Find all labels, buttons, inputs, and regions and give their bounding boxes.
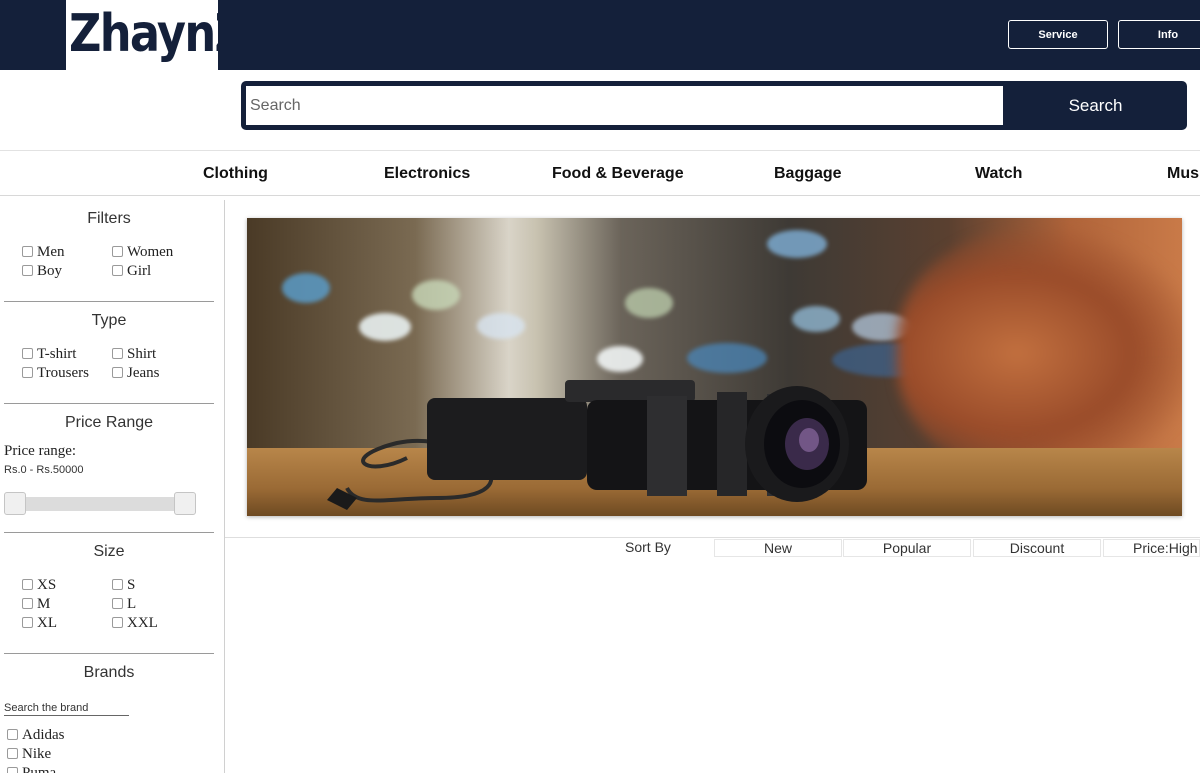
price-range-value: Rs.0 - Rs.50000 [4, 464, 84, 476]
checkbox[interactable] [112, 579, 123, 591]
category-watch[interactable]: Watch [975, 165, 1022, 183]
type-tshirt[interactable]: T-shirt [22, 346, 76, 363]
option-label: Girl [127, 263, 152, 279]
size-xl[interactable]: XL [22, 615, 57, 632]
checkbox[interactable] [7, 767, 18, 773]
checkbox[interactable] [7, 729, 18, 741]
type-heading: Type [91, 312, 127, 329]
sort-popular[interactable]: Popular [843, 539, 971, 557]
checkbox[interactable] [22, 617, 33, 629]
option-label: Shirt [127, 346, 157, 362]
size-s[interactable]: S [112, 577, 135, 594]
divider [4, 532, 214, 533]
checkbox[interactable] [112, 246, 123, 258]
checkbox[interactable] [22, 579, 33, 591]
brand-nike[interactable]: Nike [7, 746, 51, 763]
checkbox[interactable] [112, 265, 123, 277]
type-jeans[interactable]: Jeans [112, 365, 160, 382]
camera-icon [327, 380, 867, 510]
category-food-beverage[interactable]: Food & Beverage [552, 165, 684, 183]
category-clothing[interactable]: Clothing [203, 165, 268, 183]
top-header-bar: ZhaynZ Service Info [0, 0, 1200, 70]
filter-sidebar: Filters Men Women Boy Girl Type T-shirt … [0, 200, 225, 773]
service-button[interactable]: Service [1008, 20, 1108, 49]
category-nav: Clothing Electronics Food & Beverage Bag… [0, 150, 1200, 196]
info-button[interactable]: Info [1118, 20, 1200, 49]
option-label: XS [37, 577, 57, 593]
sort-price-high[interactable]: Price:High [1103, 539, 1200, 557]
price-range-label: Price range: [4, 443, 77, 459]
option-label: S [127, 577, 136, 593]
option-label: L [127, 596, 137, 612]
option-label: XXL [127, 615, 158, 631]
brand-adidas[interactable]: Adidas [7, 727, 65, 744]
size-heading: Size [93, 543, 125, 560]
brand-search-input[interactable]: Search the brand [4, 702, 129, 716]
checkbox[interactable] [22, 348, 33, 360]
checkbox[interactable] [22, 265, 33, 277]
size-xxl[interactable]: XXL [112, 615, 158, 632]
option-label: T-shirt [37, 346, 77, 362]
size-m[interactable]: M [22, 596, 50, 613]
brands-heading: Brands [83, 664, 135, 681]
sort-new[interactable]: New [714, 539, 842, 557]
option-label: Puma [22, 765, 57, 773]
option-label: Adidas [22, 727, 65, 743]
option-label: XL [37, 615, 57, 631]
divider [4, 403, 214, 404]
search-button[interactable]: Search [1004, 81, 1187, 130]
option-label: Men [37, 244, 65, 260]
divider [4, 301, 214, 302]
checkbox[interactable] [112, 367, 123, 379]
filter-boy[interactable]: Boy [22, 263, 62, 280]
option-label: Nike [22, 746, 52, 762]
brand-puma[interactable]: Puma [7, 765, 56, 773]
sort-discount[interactable]: Discount [973, 539, 1101, 557]
price-slider-min-handle[interactable] [4, 492, 26, 515]
logo-text: ZhaynZ [69, 4, 218, 64]
filter-girl[interactable]: Girl [112, 263, 151, 280]
search-input[interactable] [246, 86, 1003, 125]
price-slider-max-handle[interactable] [174, 492, 196, 515]
option-label: Jeans [127, 365, 160, 381]
size-l[interactable]: L [112, 596, 136, 613]
type-shirt[interactable]: Shirt [112, 346, 156, 363]
checkbox[interactable] [22, 246, 33, 258]
checkbox[interactable] [22, 367, 33, 379]
filter-men[interactable]: Men [22, 244, 65, 261]
divider [4, 653, 214, 654]
type-trousers[interactable]: Trousers [22, 365, 89, 382]
option-label: Women [127, 244, 174, 260]
checkbox[interactable] [22, 598, 33, 610]
category-music[interactable]: Mus [1167, 165, 1199, 183]
category-electronics[interactable]: Electronics [384, 165, 470, 183]
filter-women[interactable]: Women [112, 244, 173, 261]
price-slider-track[interactable] [4, 497, 196, 511]
price-range-heading: Price Range [64, 414, 154, 431]
option-label: Boy [37, 263, 63, 279]
option-label: M [37, 596, 51, 612]
size-xs[interactable]: XS [22, 577, 56, 594]
hero-banner-image[interactable] [247, 218, 1182, 516]
search-bar: Search [241, 81, 1187, 130]
checkbox[interactable] [112, 598, 123, 610]
checkbox[interactable] [7, 748, 18, 760]
sort-by-label: Sort By [625, 539, 671, 555]
checkbox[interactable] [112, 617, 123, 629]
sort-divider [225, 537, 1200, 538]
checkbox[interactable] [112, 348, 123, 360]
option-label: Trousers [37, 365, 89, 381]
category-baggage[interactable]: Baggage [774, 165, 842, 183]
filters-heading: Filters [87, 210, 131, 227]
site-logo[interactable]: ZhaynZ [66, 0, 218, 70]
